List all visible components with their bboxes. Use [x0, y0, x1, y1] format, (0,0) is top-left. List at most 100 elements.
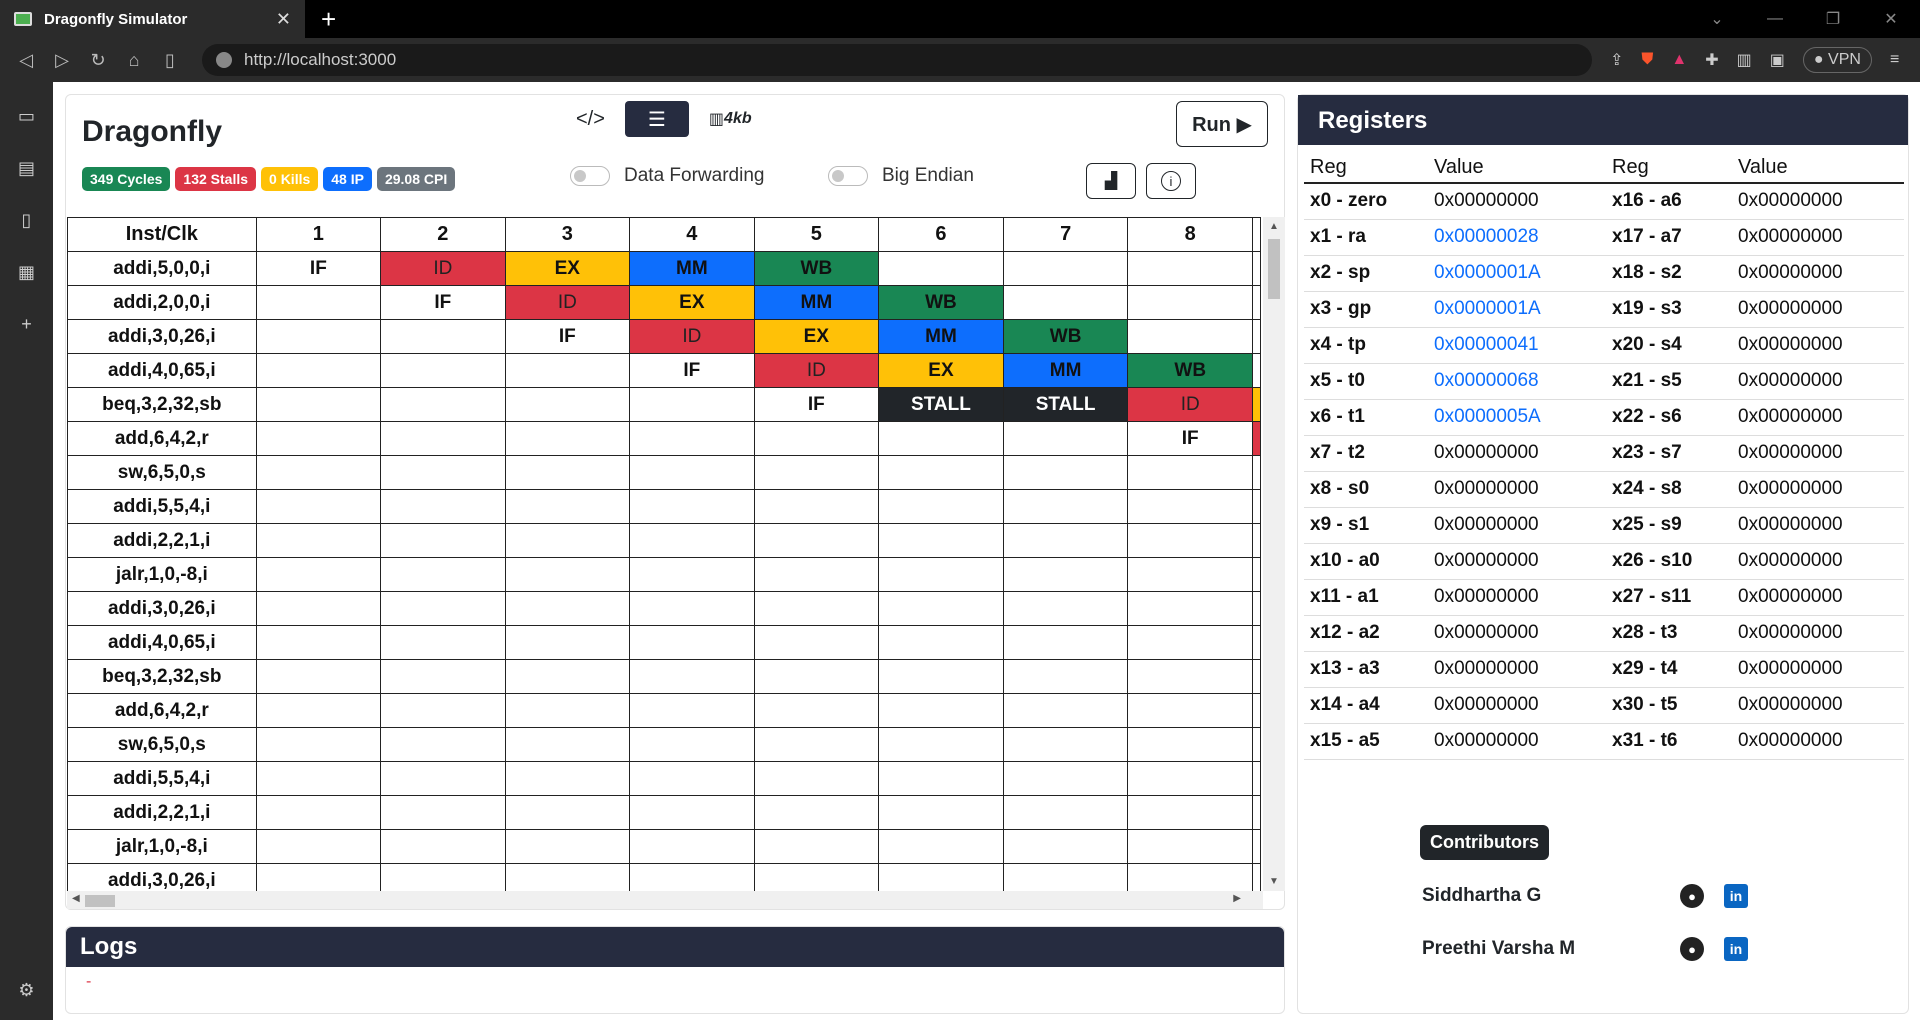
github-icon[interactable]: ●	[1680, 884, 1704, 908]
stage-cell-stall: STALL	[1002, 387, 1129, 422]
extensions-icon[interactable]: ✚	[1705, 50, 1718, 70]
data-forwarding-toggle[interactable]: Data Forwarding	[570, 165, 764, 187]
bookmark-icon[interactable]: ▯	[152, 50, 188, 71]
empty-stage-cell	[629, 727, 755, 762]
stage-cell-mm: MM	[753, 285, 880, 320]
pipeline-row: sw,6,5,0,s	[67, 455, 1261, 490]
window-close-icon[interactable]: ✕	[1862, 9, 1920, 29]
register-value: 0x00000000	[1428, 435, 1606, 472]
new-tab-button[interactable]: +	[321, 4, 336, 35]
empty-stage-cell	[878, 625, 1004, 660]
scroll-down-icon[interactable]: ▼	[1269, 876, 1279, 887]
wallet-icon[interactable]: ▣	[1770, 50, 1785, 70]
tab-close-icon[interactable]: ✕	[276, 9, 291, 30]
github-icon[interactable]: ●	[1680, 937, 1704, 961]
share-icon[interactable]: ⇪	[1610, 50, 1623, 70]
video-icon[interactable]: ▭	[0, 90, 53, 142]
register-value: 0x00000000	[1428, 615, 1606, 652]
browser-tab[interactable]: Dragonfly Simulator ✕	[0, 0, 305, 38]
browser-toolbar: ◁ ▷ ↻ ⌂ ▯ http://localhost:3000 ⇪ ⛊ ▲ ✚ …	[0, 38, 1920, 82]
scroll-left-icon[interactable]: ◀	[72, 893, 80, 904]
forwarding-label: Data Forwarding	[624, 165, 765, 186]
register-name: x11 - a1	[1304, 579, 1428, 616]
reload-icon[interactable]: ↻	[80, 50, 116, 71]
add-sidebar-icon[interactable]: +	[0, 298, 53, 350]
empty-stage-cell	[504, 863, 631, 891]
restore-icon[interactable]: ❐	[1804, 9, 1862, 29]
minimize-icon[interactable]: —	[1746, 10, 1804, 28]
empty-stage-cell	[380, 557, 506, 592]
ip-badge: 48 IP	[323, 167, 372, 191]
empty-stage-cell	[255, 353, 382, 388]
reading-list-icon[interactable]: ▦	[0, 246, 53, 298]
clock-header: 3	[504, 217, 631, 252]
register-name: x7 - t2	[1304, 435, 1428, 472]
sidebar-toggle-icon[interactable]: ▥	[1737, 50, 1752, 70]
registers-header-row: Reg Value Reg Value	[1304, 153, 1904, 184]
pipeline-table-container[interactable]: Inst/Clk 1 2 3 4 5 6 7 8 addi,5,0,0,i IF ID EX MM WB a…	[67, 217, 1261, 891]
sidebar-settings-icon[interactable]: ⚙	[0, 964, 53, 1016]
scroll-right-icon[interactable]: ▶	[1233, 893, 1241, 904]
pipeline-row: beq,3,2,32,sb	[67, 659, 1261, 694]
page: Dragonfly </> ☰ ▥ 4kb Run ▶ 349 Cycles 13…	[53, 82, 1920, 1020]
pipeline-horizontal-scrollbar[interactable]: ◀ ▶	[67, 891, 1263, 909]
url-text: http://localhost:3000	[244, 50, 397, 69]
scroll-up-icon[interactable]: ▲	[1269, 221, 1279, 232]
empty-stage-cell	[255, 489, 382, 524]
menu-icon[interactable]: ≡	[1890, 51, 1899, 69]
cycles-badge: 349 Cycles	[82, 167, 171, 191]
address-bar[interactable]: http://localhost:3000	[202, 44, 1592, 76]
clock-header: 5	[753, 217, 880, 252]
bookmarks-sidebar-icon[interactable]: ▯	[0, 194, 53, 246]
register-value: 0x00000000	[1732, 543, 1904, 580]
big-endian-toggle[interactable]: Big Endian	[828, 165, 974, 187]
empty-stage-cell	[1127, 455, 1253, 490]
endian-switch[interactable]	[828, 166, 868, 186]
register-value: 0x00000000	[1428, 579, 1606, 616]
empty-stage-cell	[1002, 625, 1129, 660]
forwarding-switch[interactable]	[570, 166, 610, 186]
home-icon[interactable]: ⌂	[116, 50, 152, 71]
register-value: 0x00000000	[1732, 435, 1904, 472]
run-button[interactable]: Run ▶	[1176, 101, 1268, 147]
brave-rewards-icon[interactable]: ▲	[1671, 51, 1687, 69]
tab-search-icon[interactable]: ⌄	[1688, 9, 1746, 29]
overflow-stage-cell	[1252, 353, 1261, 388]
register-row: x7 - t2 0x00000000 x23 - s7 0x00000000	[1304, 435, 1904, 472]
wallet-sidebar-icon[interactable]: ▤	[0, 142, 53, 194]
stats-chart-button[interactable]: ▟	[1086, 163, 1136, 199]
brave-shield-icon[interactable]: ⛊	[1641, 51, 1653, 69]
empty-stage-cell	[629, 591, 755, 626]
overflow-stage-cell	[1252, 659, 1261, 694]
simulator-card: Dragonfly </> ☰ ▥ 4kb Run ▶ 349 Cycles 13…	[65, 94, 1285, 910]
register-value: 0x00000000	[1732, 219, 1904, 256]
memory-icon[interactable]: ▥ 4kb	[709, 101, 752, 137]
vpn-button[interactable]: ● VPN	[1802, 47, 1872, 73]
empty-stage-cell	[504, 353, 631, 388]
vertical-scroll-thumb[interactable]	[1268, 239, 1280, 299]
empty-stage-cell	[380, 387, 506, 422]
linkedin-icon[interactable]: in	[1724, 884, 1748, 908]
info-button[interactable]: i	[1146, 163, 1196, 199]
site-info-icon[interactable]	[216, 52, 232, 68]
empty-stage-cell	[504, 489, 631, 524]
forward-icon[interactable]: ▷	[44, 50, 80, 71]
logs-panel: Logs -	[65, 926, 1285, 1014]
linkedin-icon[interactable]: in	[1724, 937, 1748, 961]
empty-stage-cell	[380, 863, 506, 891]
stage-cell-ex: EX	[753, 319, 880, 354]
browser-sidebar: ▭ ▤ ▯ ▦ + ⚙	[0, 82, 53, 1020]
pipeline-vertical-scrollbar[interactable]: ▲ ▼	[1263, 217, 1285, 891]
register-row: x0 - zero 0x00000000 x16 - a6 0x00000000	[1304, 183, 1904, 220]
horizontal-scroll-thumb[interactable]	[85, 895, 115, 907]
empty-stage-cell	[1127, 251, 1253, 286]
empty-stage-cell	[504, 693, 631, 728]
empty-stage-cell	[1127, 659, 1253, 694]
register-value: 0x00000000	[1732, 651, 1904, 688]
code-icon[interactable]: </>	[576, 101, 605, 137]
pipeline-icon[interactable]: ☰	[624, 101, 689, 137]
empty-stage-cell	[1127, 319, 1253, 354]
back-icon[interactable]: ◁	[8, 50, 44, 71]
register-value: 0x00000000	[1428, 183, 1606, 220]
empty-stage-cell	[1127, 761, 1253, 796]
